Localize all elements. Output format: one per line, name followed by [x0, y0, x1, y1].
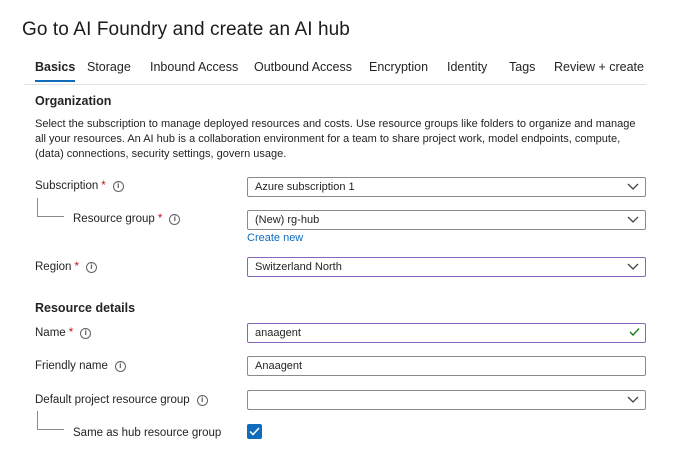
name-label-text: Name [35, 327, 66, 339]
same-as-hub-label: Same as hub resource group [73, 427, 222, 439]
required-mark: * [74, 261, 79, 273]
resource-group-value: (New) rg-hub [255, 214, 320, 226]
page-title: Go to AI Foundry and create an AI hub [22, 19, 350, 40]
friendly-name-label: Friendly name i [35, 360, 126, 372]
subscription-dropdown[interactable]: Azure subscription 1 [247, 177, 646, 197]
tab-storage[interactable]: Storage [87, 60, 131, 74]
required-mark: * [101, 180, 106, 192]
tab-divider [24, 84, 646, 85]
chevron-down-icon [627, 263, 639, 270]
chevron-down-icon [627, 396, 639, 403]
tab-review-create[interactable]: Review + create [554, 60, 644, 74]
resource-group-label: Resource group * i [73, 213, 181, 225]
required-mark: * [157, 213, 163, 225]
resource-details-heading: Resource details [35, 301, 136, 315]
info-icon[interactable]: i [114, 360, 126, 372]
name-input[interactable]: anaagent [247, 323, 646, 343]
resource-group-dropdown[interactable]: (New) rg-hub [247, 210, 646, 230]
tab-basics[interactable]: Basics [35, 60, 76, 82]
info-icon[interactable]: i [196, 394, 208, 406]
tab-identity[interactable]: Identity [447, 60, 487, 74]
tab-encryption[interactable]: Encryption [369, 60, 428, 74]
subscription-label-text: Subscription [35, 180, 99, 192]
subscription-value: Azure subscription 1 [255, 181, 355, 193]
default-project-rg-label: Default project resource group i [35, 394, 208, 406]
subscription-label: Subscription * i [35, 180, 124, 192]
organization-heading: Organization [35, 94, 112, 108]
region-value: Switzerland North [255, 261, 342, 273]
tab-outbound-access[interactable]: Outbound Access [254, 60, 352, 74]
chevron-down-icon [627, 183, 639, 190]
resource-group-label-text: Resource group [73, 213, 155, 225]
create-new-link[interactable]: Create new [247, 232, 303, 244]
checkmark-icon [629, 328, 640, 336]
info-icon[interactable]: i [112, 180, 124, 192]
name-value: anaagent [255, 327, 301, 339]
friendly-name-label-text: Friendly name [35, 360, 108, 372]
info-icon[interactable]: i [80, 327, 92, 339]
organization-description: Select the subscription to manage deploy… [35, 118, 636, 160]
friendly-name-value: Anaagent [255, 360, 303, 372]
tree-connector [37, 198, 64, 217]
tab-tags[interactable]: Tags [509, 60, 535, 74]
checkmark-icon [249, 427, 260, 436]
friendly-name-input[interactable]: Anaagent [247, 356, 646, 376]
info-icon[interactable]: i [85, 261, 97, 273]
region-label-text: Region [35, 261, 72, 273]
name-label: Name * i [35, 327, 92, 339]
same-as-hub-checkbox[interactable] [247, 424, 262, 439]
region-dropdown[interactable]: Switzerland North [247, 257, 646, 277]
default-project-rg-dropdown[interactable] [247, 390, 646, 410]
default-project-rg-label-text: Default project resource group [35, 394, 190, 406]
region-label: Region * i [35, 261, 97, 273]
required-mark: * [68, 327, 74, 339]
info-icon[interactable]: i [169, 213, 181, 225]
tab-inbound-access[interactable]: Inbound Access [150, 60, 238, 74]
tree-connector [37, 411, 64, 430]
chevron-down-icon [627, 216, 639, 223]
